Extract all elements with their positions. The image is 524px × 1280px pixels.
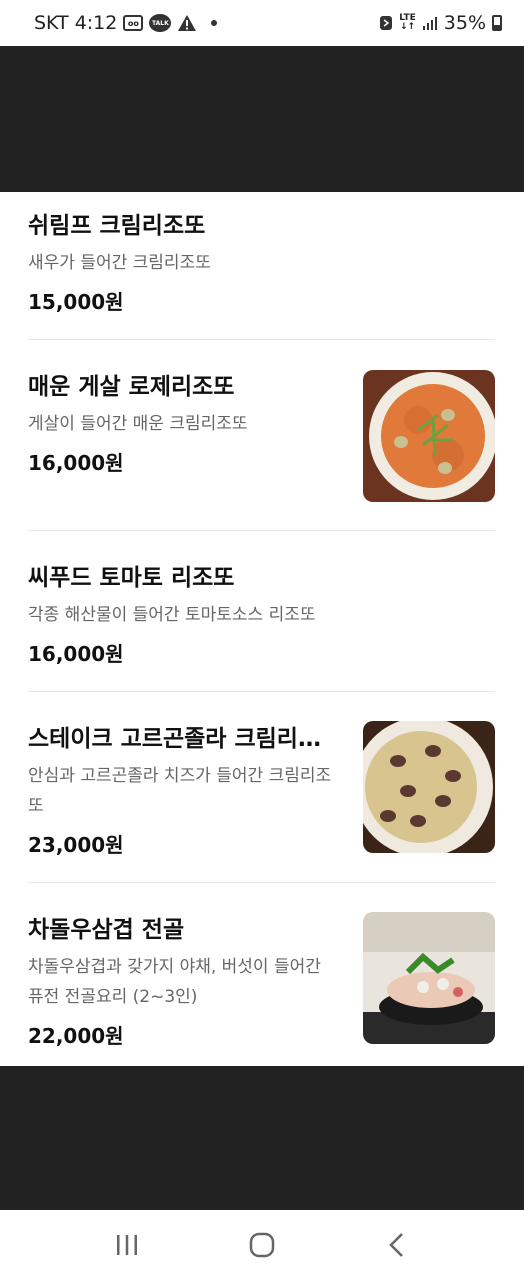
dim-overlay-top[interactable] — [0, 46, 524, 192]
status-right: LTE ↓↑ 35% — [379, 12, 502, 34]
back-icon[interactable] — [377, 1225, 417, 1265]
divider — [28, 530, 495, 531]
menu-item-photo — [363, 370, 495, 502]
signal-icon — [422, 15, 438, 31]
menu-item-price: 16,000원 — [28, 642, 124, 666]
recent-apps-icon[interactable] — [107, 1225, 147, 1265]
menu-list: 쉬림프 크림리조또 새우가 들어간 크림리조또 15,000원 매운 게살 로제… — [0, 192, 524, 1066]
menu-item-description: 안심과 고르곤졸라 치즈가 들어간 크림리조또 — [28, 766, 332, 816]
menu-item-description: 새우가 들어간 크림리조또 — [28, 253, 211, 273]
updown-arrows-icon: ↓↑ — [399, 22, 416, 32]
menu-item[interactable]: 쉬림프 크림리조또 새우가 들어간 크림리조또 15,000원 — [28, 206, 495, 315]
menu-item-title: 스테이크 고르곤졸라 크림리조또 — [28, 726, 333, 752]
dim-overlay-bottom[interactable] — [0, 1066, 524, 1210]
menu-item-title: 차돌우삼겹 전골 — [28, 917, 185, 943]
voicemail-icon: oo — [123, 15, 144, 31]
menu-item[interactable]: 스테이크 고르곤졸라 크림리조또 안심과 고르곤졸라 치즈가 들어간 크림리조또… — [28, 719, 495, 858]
menu-item-title: 쉬림프 크림리조또 — [28, 213, 206, 239]
menu-item-price: 15,000원 — [28, 290, 124, 314]
notification-dot-icon — [211, 20, 218, 26]
menu-item[interactable]: 매운 게살 로제리조또 게살이 들어간 매운 크림리조또 16,000원 — [28, 367, 495, 502]
menu-item[interactable]: 씨푸드 토마토 리조또 각종 해산물이 들어간 토마토소스 리조또 16,000… — [28, 558, 495, 667]
menu-item-description: 게살이 들어간 매운 크림리조또 — [28, 414, 248, 434]
menu-item-photo — [363, 912, 495, 1044]
warning-icon — [177, 14, 197, 32]
menu-item-photo — [363, 721, 495, 853]
divider — [28, 882, 495, 883]
menu-item-price: 23,000원 — [28, 833, 124, 857]
menu-item-title: 씨푸드 토마토 리조또 — [28, 565, 235, 591]
menu-item-title: 매운 게살 로제리조또 — [28, 374, 235, 400]
lte-icon: LTE ↓↑ — [399, 14, 416, 32]
menu-item-price: 16,000원 — [28, 451, 124, 475]
battery-icon — [492, 15, 502, 31]
divider — [28, 691, 495, 692]
battery-percent: 35% — [443, 12, 486, 34]
kakaotalk-icon: TALK — [149, 14, 172, 32]
status-bar: SKT 4:12 oo TALK LTE ↓↑ 35% — [0, 0, 524, 46]
divider — [28, 339, 495, 340]
menu-item-description: 각종 해산물이 들어간 토마토소스 리조또 — [28, 605, 316, 625]
data-saver-icon — [379, 15, 393, 31]
navigation-bar — [0, 1210, 524, 1280]
carrier-time: SKT 4:12 — [34, 12, 118, 34]
menu-item[interactable]: 차돌우삼겹 전골 차돌우삼겹과 갖가지 야채, 버섯이 들어간 퓨전 전골요리 … — [28, 910, 495, 1049]
menu-item-description: 차돌우삼겹과 갖가지 야채, 버섯이 들어간 퓨전 전골요리 (2~3인) — [28, 957, 321, 1007]
home-icon[interactable] — [242, 1225, 282, 1265]
status-left: SKT 4:12 oo TALK — [34, 12, 218, 34]
menu-item-price: 22,000원 — [28, 1024, 124, 1048]
